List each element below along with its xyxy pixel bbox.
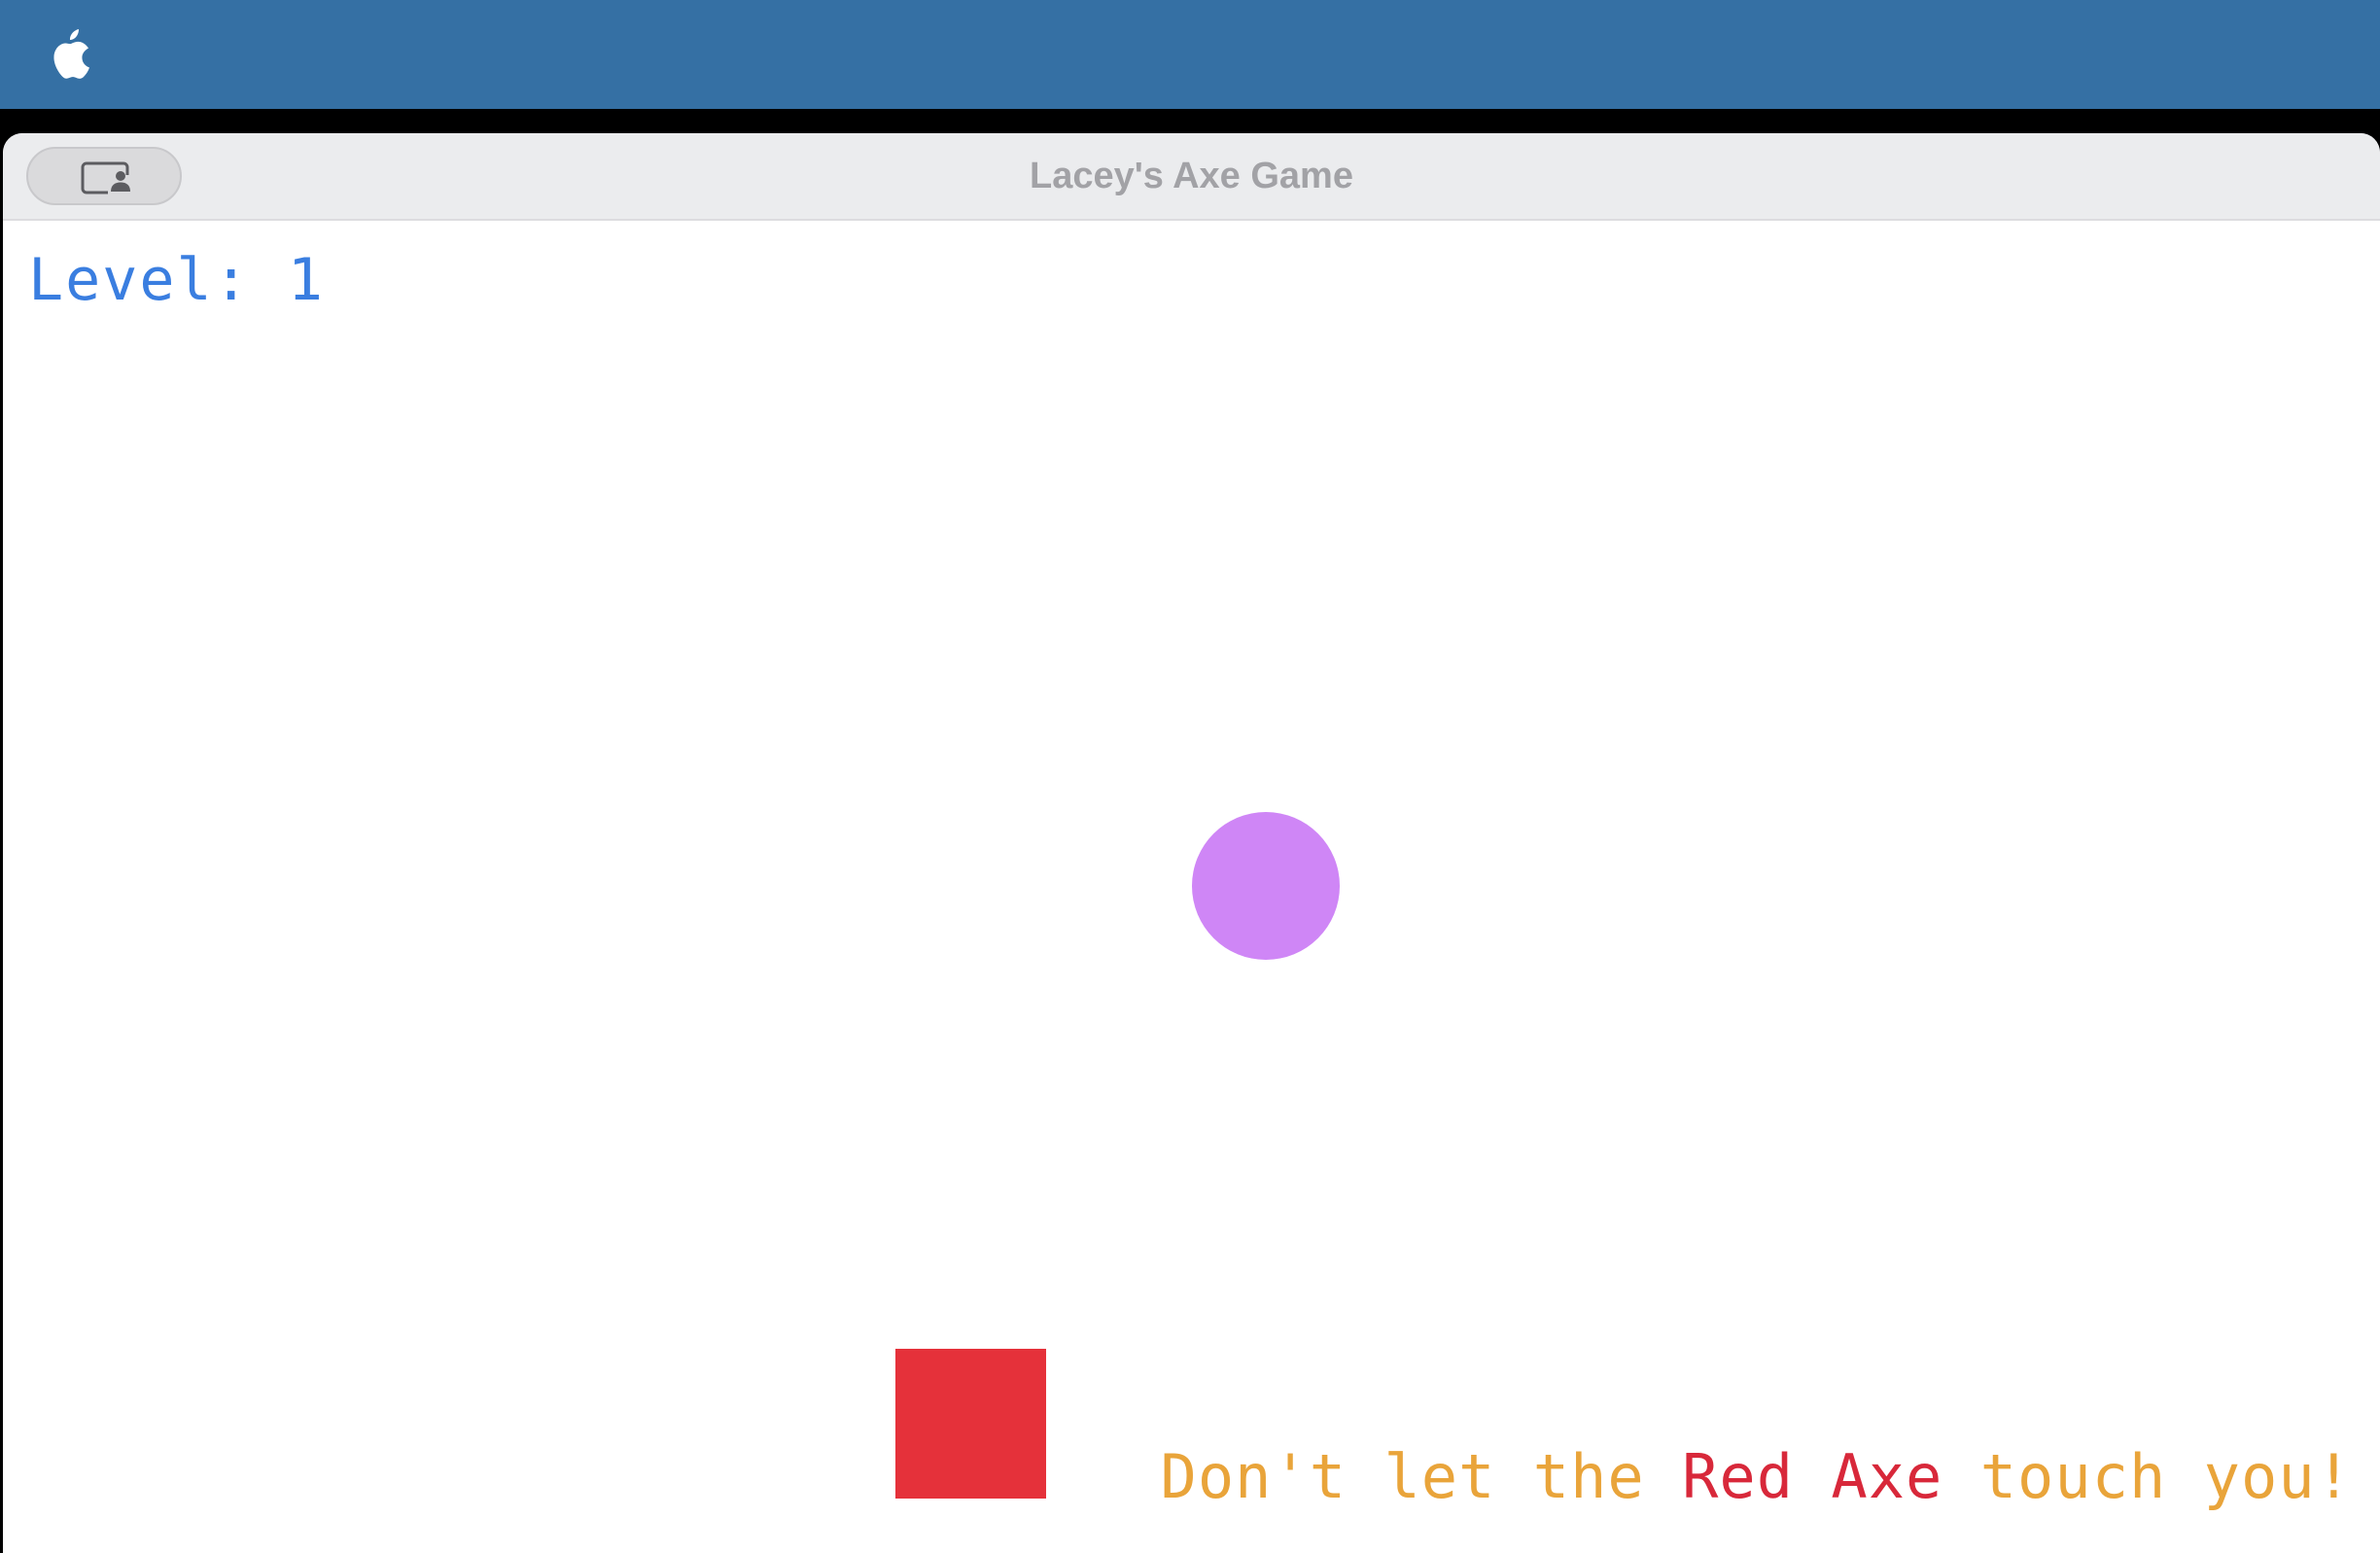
level-label: Level: 1 (28, 246, 325, 314)
warning-message: Don't let the Red Axe touch you! (1161, 1441, 2354, 1512)
window-title: Lacey's Axe Game (1030, 156, 1353, 196)
game-window: Lacey's Axe Game Level: 1 Don't let the … (3, 133, 2380, 1553)
screen: Lacey's Axe Game Level: 1 Don't let the … (0, 0, 2380, 1553)
warning-highlight-red-axe: Red Axe (1682, 1441, 1943, 1512)
game-canvas[interactable]: Level: 1 Don't let the Red Axe touch you… (3, 221, 2380, 1553)
player-ball[interactable] (1192, 812, 1340, 960)
red-axe (895, 1349, 1046, 1499)
warning-text-part1: Don't let the (1160, 1441, 1683, 1512)
apple-icon[interactable] (49, 27, 93, 80)
title-bar: Lacey's Axe Game (3, 133, 2380, 221)
warning-text-part2: touch you! (1942, 1441, 2353, 1512)
menu-bar (0, 0, 2380, 109)
